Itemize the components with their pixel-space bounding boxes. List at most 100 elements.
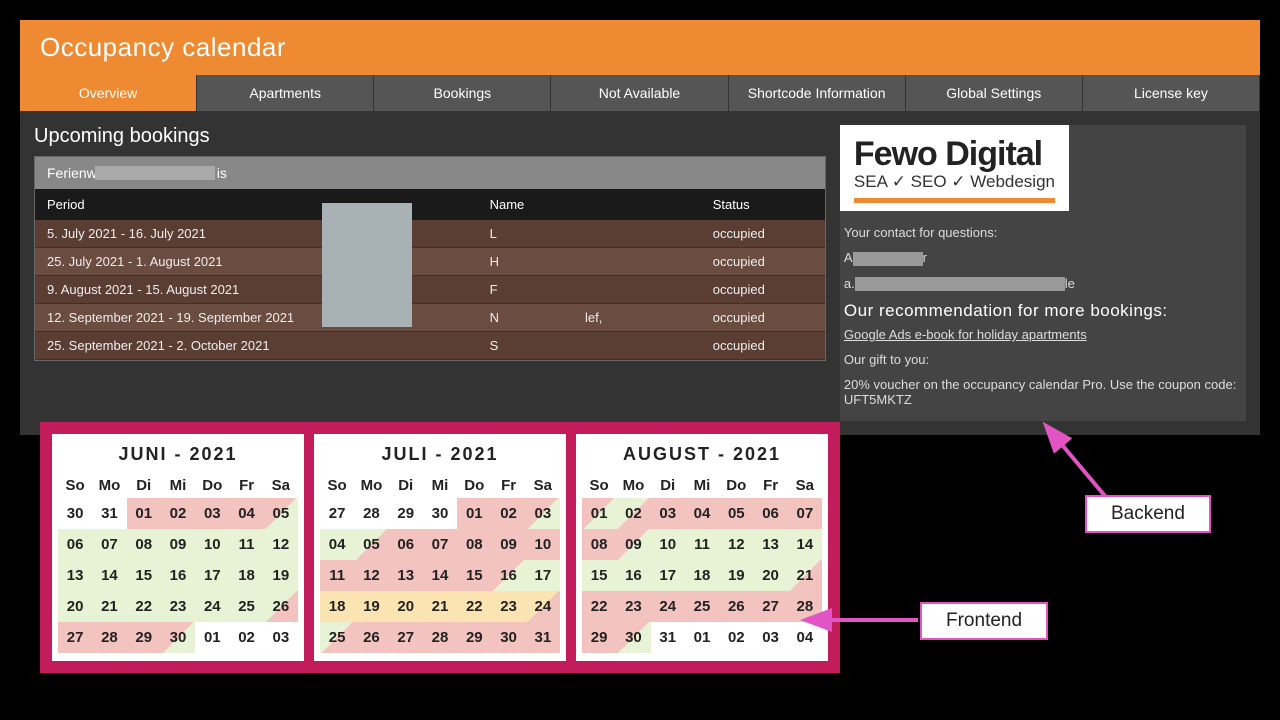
calendar-day[interactable]: 05 (354, 529, 388, 560)
calendar-day[interactable]: 15 (582, 560, 616, 591)
calendar-day[interactable]: 24 (526, 591, 560, 622)
calendar-day[interactable]: 05 (264, 498, 298, 529)
table-row[interactable]: 5. July 2021 - 16. July 2021Loccupied (35, 220, 825, 248)
calendar-day[interactable]: 03 (651, 498, 685, 529)
calendar-day[interactable]: 15 (127, 560, 161, 591)
calendar-day[interactable]: 08 (127, 529, 161, 560)
calendar-day[interactable]: 09 (616, 529, 650, 560)
calendar-day[interactable]: 29 (582, 622, 616, 653)
calendar-day[interactable]: 05 (719, 498, 753, 529)
calendar-day[interactable]: 15 (457, 560, 491, 591)
tab-apartments[interactable]: Apartments (197, 75, 374, 111)
calendar-day[interactable]: 17 (651, 560, 685, 591)
tab-overview[interactable]: Overview (20, 75, 197, 111)
calendar-day[interactable]: 31 (92, 498, 126, 529)
calendar-day[interactable]: 17 (195, 560, 229, 591)
calendar-day[interactable]: 16 (161, 560, 195, 591)
calendar-day[interactable]: 12 (354, 560, 388, 591)
calendar-day[interactable]: 25 (685, 591, 719, 622)
calendar-day[interactable]: 01 (457, 498, 491, 529)
calendar-day[interactable]: 22 (127, 591, 161, 622)
calendar-day[interactable]: 19 (719, 560, 753, 591)
calendar-day[interactable]: 23 (616, 591, 650, 622)
table-row[interactable]: 25. July 2021 - 1. August 2021Hoccupied (35, 248, 825, 276)
calendar-day[interactable]: 12 (264, 529, 298, 560)
calendar-day[interactable]: 18 (685, 560, 719, 591)
calendar-day[interactable]: 09 (161, 529, 195, 560)
calendar-day[interactable]: 06 (753, 498, 787, 529)
calendar-day[interactable]: 01 (195, 622, 229, 653)
apartment-group-header[interactable]: Ferienwis (35, 157, 825, 189)
calendar-day[interactable]: 30 (423, 498, 457, 529)
calendar-day[interactable]: 29 (127, 622, 161, 653)
calendar-day[interactable]: 07 (788, 498, 822, 529)
calendar-day[interactable]: 26 (719, 591, 753, 622)
calendar-day[interactable]: 22 (582, 591, 616, 622)
calendar-day[interactable]: 24 (651, 591, 685, 622)
calendar-day[interactable]: 01 (685, 622, 719, 653)
calendar-day[interactable]: 27 (753, 591, 787, 622)
calendar-day[interactable]: 11 (685, 529, 719, 560)
calendar-day[interactable]: 23 (161, 591, 195, 622)
calendar-day[interactable]: 29 (457, 622, 491, 653)
calendar-day[interactable]: 26 (264, 591, 298, 622)
calendar-day[interactable]: 04 (685, 498, 719, 529)
calendar-day[interactable]: 06 (389, 529, 423, 560)
calendar-day[interactable]: 18 (229, 560, 263, 591)
calendar-day[interactable]: 07 (423, 529, 457, 560)
calendar-day[interactable]: 06 (58, 529, 92, 560)
calendar-day[interactable]: 19 (264, 560, 298, 591)
calendar-day[interactable]: 20 (389, 591, 423, 622)
calendar-day[interactable]: 30 (58, 498, 92, 529)
calendar-day[interactable]: 01 (127, 498, 161, 529)
calendar-day[interactable]: 02 (229, 622, 263, 653)
calendar-day[interactable]: 28 (92, 622, 126, 653)
calendar-day[interactable]: 16 (491, 560, 525, 591)
calendar-day[interactable]: 03 (195, 498, 229, 529)
calendar-day[interactable]: 02 (616, 498, 650, 529)
calendar-day[interactable]: 14 (788, 529, 822, 560)
table-row[interactable]: 25. September 2021 - 2. October 2021Socc… (35, 332, 825, 360)
recommendation-link[interactable]: Google Ads e-book for holiday apartments (844, 327, 1087, 342)
calendar-day[interactable]: 30 (616, 622, 650, 653)
calendar-day[interactable]: 23 (491, 591, 525, 622)
calendar-day[interactable]: 03 (264, 622, 298, 653)
calendar-day[interactable]: 03 (526, 498, 560, 529)
calendar-day[interactable]: 27 (320, 498, 354, 529)
calendar-day[interactable]: 11 (229, 529, 263, 560)
calendar-day[interactable]: 24 (195, 591, 229, 622)
calendar-day[interactable]: 18 (320, 591, 354, 622)
calendar-day[interactable]: 20 (753, 560, 787, 591)
calendar-day[interactable]: 30 (161, 622, 195, 653)
calendar-day[interactable]: 30 (491, 622, 525, 653)
tab-license-key[interactable]: License key (1083, 75, 1260, 111)
calendar-day[interactable]: 25 (320, 622, 354, 653)
calendar-day[interactable]: 04 (320, 529, 354, 560)
calendar-day[interactable]: 10 (195, 529, 229, 560)
calendar-day[interactable]: 02 (161, 498, 195, 529)
calendar-day[interactable]: 12 (719, 529, 753, 560)
calendar-day[interactable]: 25 (229, 591, 263, 622)
calendar-day[interactable]: 29 (389, 498, 423, 529)
calendar-day[interactable]: 28 (788, 591, 822, 622)
table-row[interactable]: 9. August 2021 - 15. August 2021Foccupie… (35, 276, 825, 304)
tab-global-settings[interactable]: Global Settings (906, 75, 1083, 111)
calendar-day[interactable]: 27 (389, 622, 423, 653)
calendar-day[interactable]: 11 (320, 560, 354, 591)
calendar-day[interactable]: 03 (753, 622, 787, 653)
calendar-day[interactable]: 19 (354, 591, 388, 622)
calendar-day[interactable]: 04 (788, 622, 822, 653)
calendar-day[interactable]: 17 (526, 560, 560, 591)
tab-not-available[interactable]: Not Available (551, 75, 728, 111)
calendar-day[interactable]: 16 (616, 560, 650, 591)
calendar-day[interactable]: 31 (651, 622, 685, 653)
calendar-day[interactable]: 07 (92, 529, 126, 560)
calendar-day[interactable]: 26 (354, 622, 388, 653)
calendar-day[interactable]: 08 (457, 529, 491, 560)
calendar-day[interactable]: 14 (423, 560, 457, 591)
calendar-day[interactable]: 21 (788, 560, 822, 591)
calendar-day[interactable]: 10 (651, 529, 685, 560)
calendar-day[interactable]: 13 (389, 560, 423, 591)
calendar-day[interactable]: 31 (526, 622, 560, 653)
calendar-day[interactable]: 22 (457, 591, 491, 622)
